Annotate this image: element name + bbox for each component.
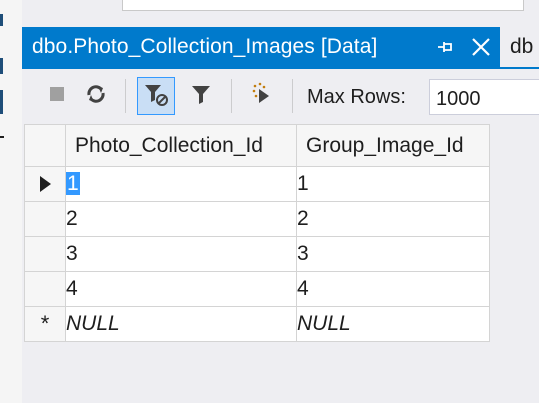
close-icon[interactable] bbox=[469, 35, 493, 59]
top-input-fragment[interactable] bbox=[122, 0, 524, 11]
row-header[interactable] bbox=[24, 166, 66, 202]
row-header[interactable]: * bbox=[24, 306, 66, 342]
column-header[interactable]: Photo_Collection_Id bbox=[65, 124, 297, 167]
grid-cell[interactable]: 2 bbox=[296, 201, 490, 237]
left-strip-marker bbox=[0, 90, 3, 114]
top-strip bbox=[22, 0, 539, 27]
grid-cell[interactable]: 1 bbox=[296, 166, 490, 202]
grid-cell[interactable]: 3 bbox=[65, 236, 297, 272]
select-top-rows-icon bbox=[249, 81, 275, 112]
row-header[interactable] bbox=[24, 271, 66, 307]
refresh-button[interactable] bbox=[77, 77, 115, 115]
row-header[interactable] bbox=[24, 236, 66, 272]
document-tab-bar: dbo.Photo_Collection_Images [Data] db bbox=[22, 27, 539, 67]
grid-header-row: Photo_Collection_Id Group_Image_Id bbox=[24, 124, 490, 167]
stop-icon bbox=[47, 84, 67, 109]
grid-cell[interactable]: 2 bbox=[65, 201, 297, 237]
filter-icon bbox=[189, 81, 215, 112]
max-rows-input[interactable] bbox=[429, 79, 539, 115]
pin-icon[interactable] bbox=[434, 36, 456, 58]
table-row[interactable]: 1 1 bbox=[24, 166, 490, 202]
toolbar: Max Rows: bbox=[22, 69, 539, 121]
new-row-marker: * bbox=[40, 311, 50, 336]
table-row[interactable]: 4 4 bbox=[24, 271, 490, 307]
tab-title: dbo.Photo_Collection_Images [Data] bbox=[32, 35, 378, 58]
left-strip-marker bbox=[0, 58, 3, 74]
column-header[interactable]: Group_Image_Id bbox=[296, 124, 490, 167]
grid-cell[interactable]: 4 bbox=[65, 271, 297, 307]
tab-inactive[interactable]: db bbox=[502, 27, 539, 67]
table-row[interactable]: 3 3 bbox=[24, 236, 490, 272]
current-row-arrow-icon bbox=[39, 176, 51, 193]
grid-cell[interactable]: 4 bbox=[296, 271, 490, 307]
table-row[interactable]: 2 2 bbox=[24, 201, 490, 237]
left-strip bbox=[0, 0, 22, 403]
cell-value: 1 bbox=[66, 172, 80, 195]
filter-button[interactable] bbox=[183, 77, 221, 115]
apply-filter-button[interactable] bbox=[137, 77, 175, 115]
grid-cell[interactable]: 3 bbox=[296, 236, 490, 272]
results-grid-area: Photo_Collection_Id Group_Image_Id 1 1 2… bbox=[22, 121, 539, 403]
refresh-icon bbox=[83, 81, 109, 112]
left-strip-dash bbox=[0, 136, 4, 138]
tab-active[interactable]: dbo.Photo_Collection_Images [Data] bbox=[22, 27, 500, 67]
select-top-rows-button[interactable] bbox=[243, 77, 281, 115]
left-strip-marker bbox=[0, 14, 3, 26]
max-rows-label: Max Rows: bbox=[307, 86, 406, 108]
grid-cell[interactable]: 1 bbox=[65, 166, 297, 202]
results-grid: Photo_Collection_Id Group_Image_Id 1 1 2… bbox=[24, 124, 490, 342]
toolbar-separator bbox=[125, 79, 126, 113]
grid-cell[interactable]: NULL bbox=[296, 306, 490, 342]
stop-button[interactable] bbox=[38, 77, 76, 115]
toolbar-separator bbox=[292, 79, 293, 113]
row-header[interactable] bbox=[24, 201, 66, 237]
toolbar-separator bbox=[231, 79, 232, 113]
apply-filter-icon bbox=[142, 80, 170, 113]
grid-corner[interactable] bbox=[24, 124, 66, 167]
grid-cell[interactable]: NULL bbox=[65, 306, 297, 342]
new-row[interactable]: * NULL NULL bbox=[24, 306, 490, 342]
